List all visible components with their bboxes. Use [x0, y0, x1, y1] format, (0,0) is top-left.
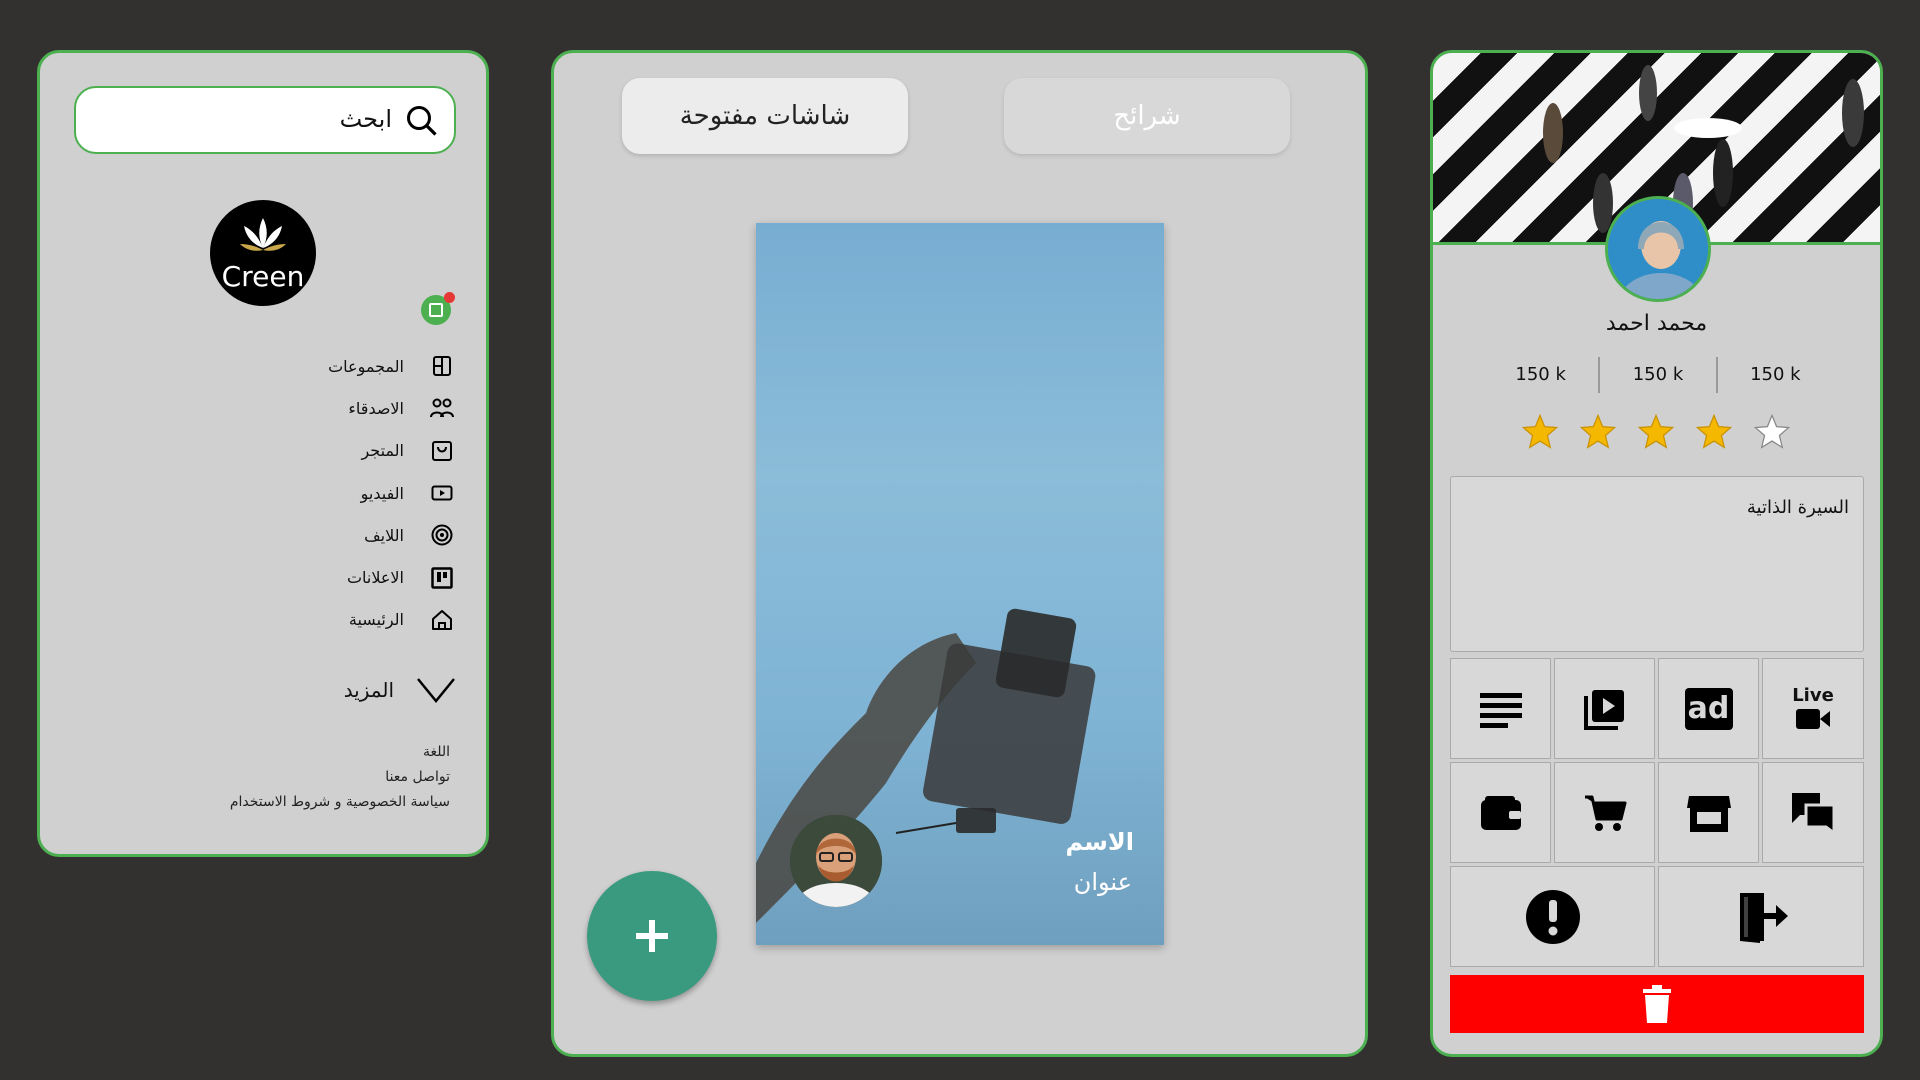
sidebar-item-groups[interactable]: المجموعات	[154, 345, 454, 387]
logo-text: Creen	[221, 260, 305, 293]
sidebar-item-label: المجموعات	[328, 356, 404, 376]
report-icon	[1525, 889, 1580, 944]
search-box[interactable]: ابحث	[74, 86, 456, 154]
sidebar-footer: اللغة تواصل معنا سياسة الخصوصية و شروط ا…	[230, 740, 450, 815]
profile-name: محمد احمد	[1605, 311, 1708, 336]
add-button[interactable]	[587, 871, 717, 1001]
star-filled-icon[interactable]	[1695, 413, 1733, 451]
contact-link[interactable]: تواصل معنا	[230, 765, 450, 790]
bio-box[interactable]: السيرة الذاتية	[1450, 476, 1864, 652]
story-card[interactable]: الاسم عنوان	[756, 223, 1164, 945]
logout-button[interactable]	[1658, 866, 1864, 967]
ads-icon	[430, 566, 454, 590]
profile-avatar[interactable]	[1605, 196, 1711, 302]
sidebar-item-live[interactable]: اللايف	[154, 514, 454, 556]
ads-button[interactable]: ad	[1658, 658, 1759, 759]
profile-panel: محمد احمد 150 k 150 k 150 k السيرة الذات…	[1430, 50, 1883, 1057]
sidebar-item-store[interactable]: المتجر	[154, 430, 454, 472]
sidebar-item-label: المتجر	[361, 441, 404, 461]
sidebar-item-video[interactable]: الفيديو	[154, 472, 454, 514]
wallet-icon	[1480, 795, 1521, 830]
home-icon	[430, 608, 454, 632]
sidebar-item-home[interactable]: الرئيسية	[154, 599, 454, 641]
stat-value: 150 k	[1515, 364, 1566, 385]
tab-slides[interactable]: شرائح	[1004, 78, 1290, 154]
video-library-icon	[1583, 689, 1624, 730]
app-logo[interactable]: Creen	[210, 200, 316, 306]
language-link[interactable]: اللغة	[230, 740, 450, 765]
profile-stats: 150 k 150 k 150 k	[1483, 357, 1833, 393]
search-icon[interactable]	[404, 103, 440, 139]
live-label: Live	[1792, 685, 1834, 706]
rating-stars[interactable]	[1521, 413, 1791, 451]
story-name: الاسم	[1065, 828, 1134, 856]
star-empty-icon[interactable]	[1753, 413, 1791, 451]
story-subtitle: عنوان	[1073, 868, 1132, 896]
sidebar-item-ads[interactable]: الاعلانات	[154, 556, 454, 598]
cart-icon	[1584, 795, 1626, 831]
trash-icon	[1643, 985, 1671, 1023]
video-icon	[430, 481, 454, 505]
tab-open-chats[interactable]: شاشات مفتوحة	[622, 78, 908, 154]
star-filled-icon[interactable]	[1579, 413, 1617, 451]
plus-icon	[636, 920, 668, 952]
stat-value: 150 k	[1715, 357, 1833, 393]
more-label: المزيد	[343, 678, 394, 702]
sidebar-item-label: الاعلانات	[346, 568, 404, 588]
storefront-icon	[1686, 795, 1731, 832]
live-icon	[430, 523, 454, 547]
chevron-down-icon	[417, 678, 455, 703]
stat-value: 150 k	[1598, 357, 1715, 393]
more-toggle[interactable]: المزيد	[156, 670, 456, 710]
video-library-button[interactable]	[1554, 658, 1655, 759]
sidebar-nav: المجموعات الاصدقاء المتجر الفيديو اللايف…	[154, 345, 454, 641]
delete-button[interactable]	[1450, 975, 1864, 1033]
sidebar-item-label: الفيديو	[360, 483, 404, 503]
story-author-avatar[interactable]	[790, 815, 882, 907]
live-button[interactable]: Live	[1762, 658, 1864, 759]
wallet-button[interactable]	[1450, 762, 1551, 863]
sidebar-panel: ابحث Creen المجموعات الاصدقاء المتجر الف…	[37, 50, 489, 857]
sidebar-item-label: الرئيسية	[348, 610, 404, 630]
cart-button[interactable]	[1554, 762, 1655, 863]
chat-icon	[1792, 792, 1836, 835]
lotus-icon	[240, 218, 286, 251]
sidebar-item-label: الاصدقاء	[348, 398, 404, 418]
storefront-button[interactable]	[1658, 762, 1759, 863]
star-filled-icon[interactable]	[1637, 413, 1675, 451]
ad-icon: ad	[1684, 687, 1733, 730]
posts-icon	[1479, 692, 1522, 728]
logout-icon	[1740, 892, 1788, 943]
chat-button[interactable]	[1762, 762, 1864, 863]
bio-label: السيرة الذاتية	[1746, 497, 1849, 518]
posts-button[interactable]	[1450, 658, 1551, 759]
search-input[interactable]: ابحث	[340, 105, 392, 133]
sidebar-item-label: اللايف	[364, 525, 404, 545]
report-button[interactable]	[1450, 866, 1655, 967]
star-filled-icon[interactable]	[1521, 413, 1559, 451]
main-panel: شاشات مفتوحة شرائح الاسم عنوان	[551, 50, 1368, 1057]
live-video-icon	[1796, 709, 1830, 729]
sidebar-item-friends[interactable]: الاصدقاء	[154, 387, 454, 429]
groups-icon	[430, 354, 454, 378]
store-icon	[430, 439, 454, 463]
notification-icon[interactable]	[421, 292, 455, 325]
friends-icon	[430, 396, 454, 420]
privacy-link[interactable]: سياسة الخصوصية و شروط الاستخدام	[230, 790, 450, 815]
